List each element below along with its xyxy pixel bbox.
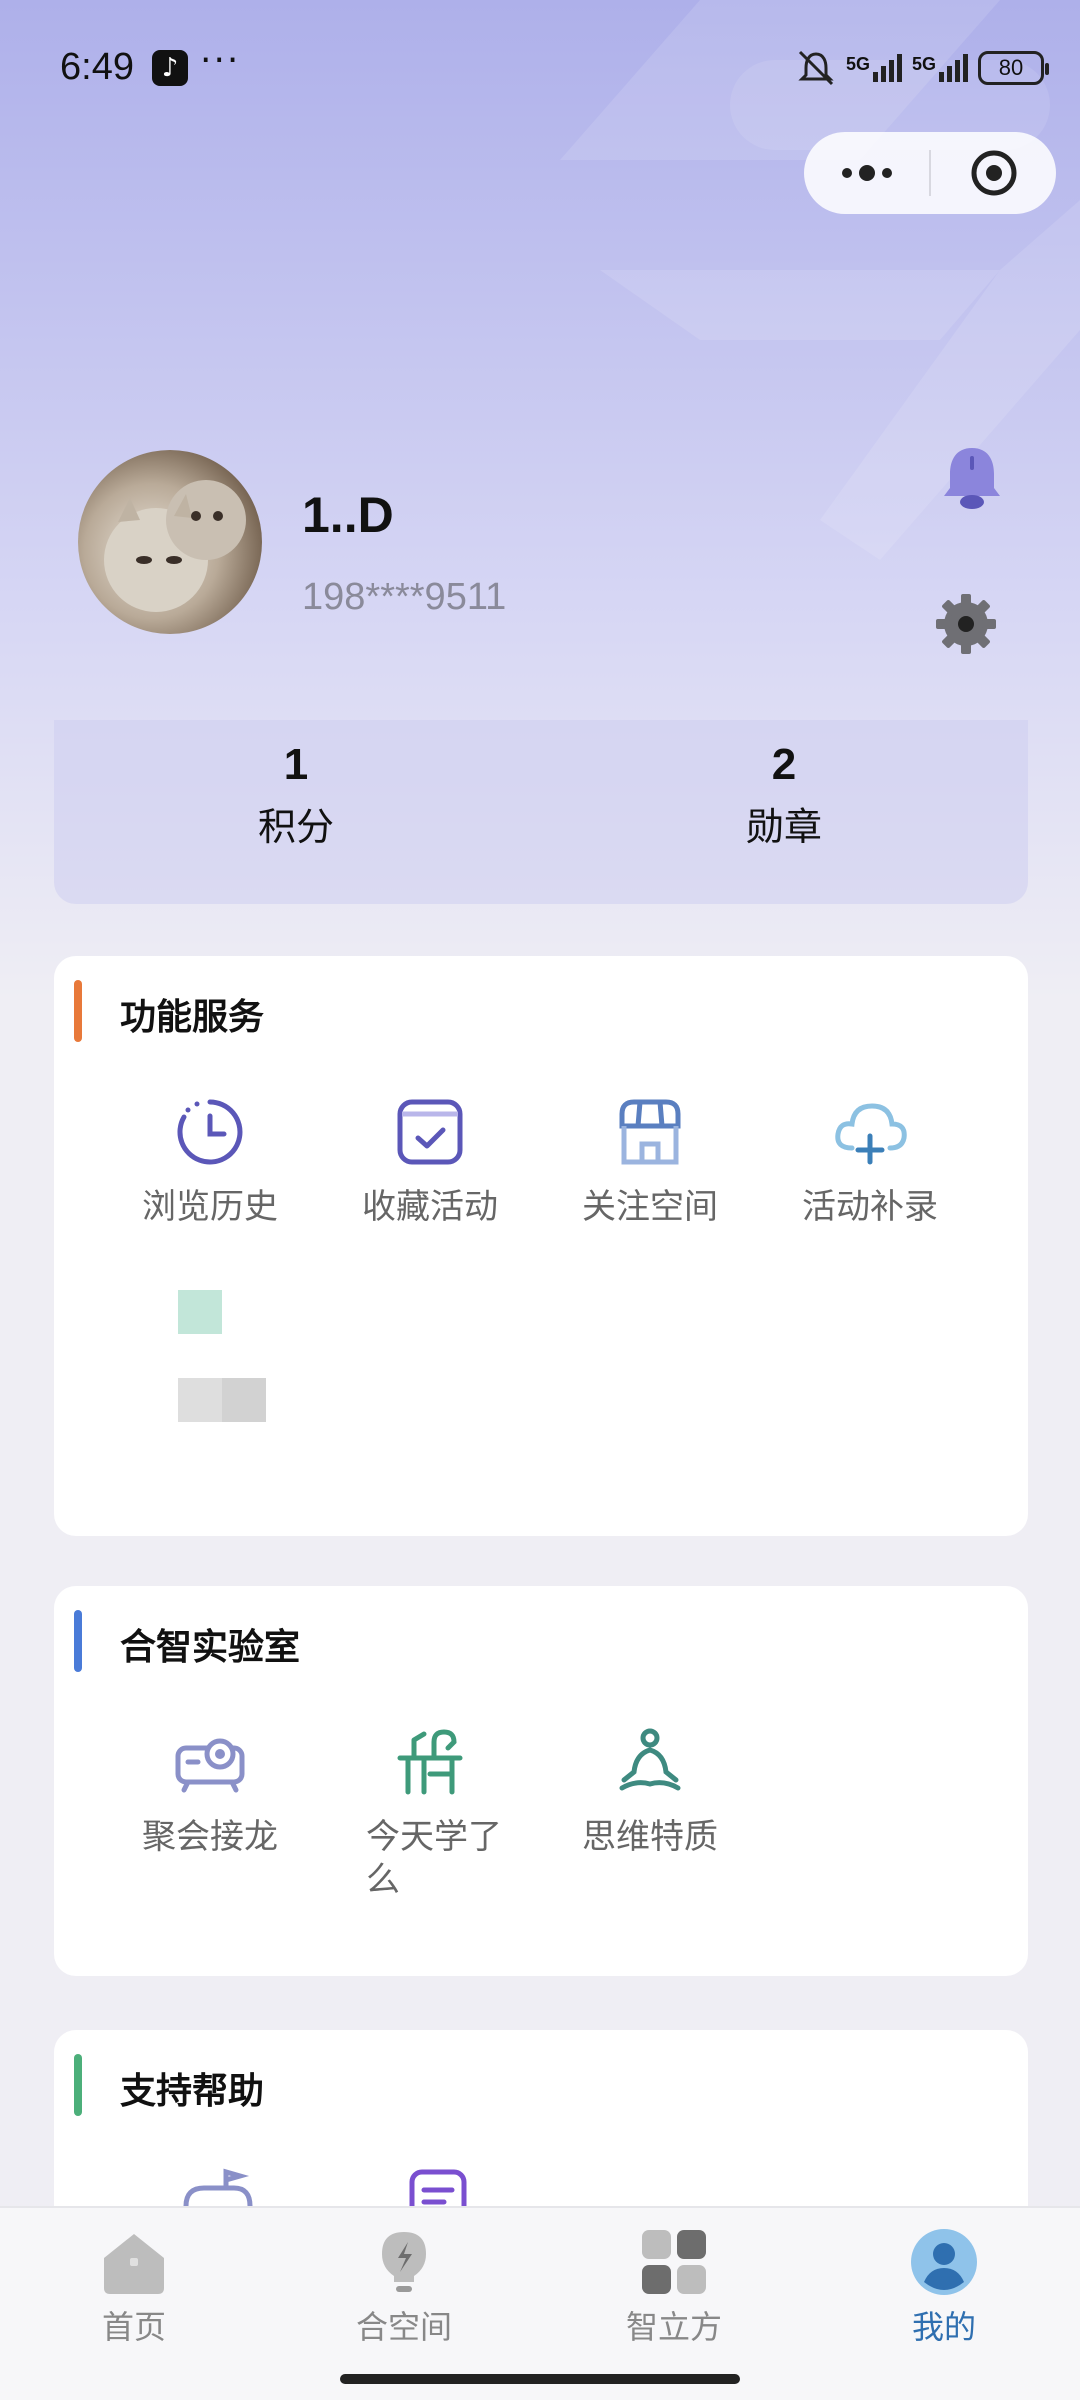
bulb-icon bbox=[382, 2232, 426, 2292]
status-time: 6:49 bbox=[60, 46, 134, 88]
points-stat[interactable]: 1 积分 bbox=[146, 740, 446, 851]
tab-space[interactable]: 合空间 bbox=[314, 2228, 494, 2348]
mute-bell-icon bbox=[798, 50, 834, 86]
tab-cube[interactable]: 智立方 bbox=[584, 2228, 764, 2348]
followed-spaces-label: 关注空间 bbox=[582, 1187, 718, 1227]
services-accent-bar bbox=[74, 980, 82, 1042]
tab-mine-label: 我的 bbox=[911, 2308, 976, 2346]
services-card: 功能服务 浏览历史 收藏活动 关注空间 活动补录 bbox=[54, 956, 1028, 1536]
thinking-traits-item[interactable]: 思维特质 bbox=[550, 1722, 750, 1859]
user-icon bbox=[911, 2229, 977, 2295]
tab-home[interactable]: 首页 bbox=[44, 2228, 224, 2348]
medals-value: 2 bbox=[771, 740, 797, 789]
study-desk-icon bbox=[397, 1729, 463, 1795]
more-dots-icon bbox=[841, 165, 892, 181]
loading-placeholder-label bbox=[178, 1378, 266, 1422]
help-accent-bar bbox=[74, 2054, 82, 2116]
notification-bell-icon[interactable] bbox=[940, 444, 1004, 512]
storefront-icon bbox=[619, 1099, 681, 1165]
calendar-check-icon bbox=[397, 1099, 463, 1165]
lab-card: 合智实验室 聚会接龙 今天学了么 思维特质 bbox=[54, 1586, 1028, 1976]
lab-accent-bar bbox=[74, 1610, 82, 1672]
medals-label: 勋章 bbox=[745, 805, 822, 849]
browse-history-item[interactable]: 浏览历史 bbox=[110, 1092, 310, 1229]
activity-makeup-label: 活动补录 bbox=[802, 1187, 938, 1227]
meditation-icon bbox=[619, 1728, 681, 1791]
cloud-plus-icon bbox=[835, 1103, 907, 1165]
stats-panel: 1 积分 2 勋章 bbox=[54, 720, 1028, 904]
tab-cube-label: 智立方 bbox=[625, 2308, 722, 2346]
phone-number: 198****9511 bbox=[302, 576, 507, 618]
services-title: 功能服务 bbox=[120, 997, 265, 1038]
signal-5g-1: 5G bbox=[846, 54, 902, 82]
status-bar: 6:49 ♪ ··· 5G 5G 80 bbox=[0, 0, 1080, 140]
medals-stat[interactable]: 2 勋章 bbox=[634, 740, 934, 851]
learned-today-label: 今天学了么 bbox=[366, 1817, 502, 1900]
username: 1..D bbox=[302, 487, 394, 543]
favorite-activities-item[interactable]: 收藏活动 bbox=[330, 1092, 530, 1229]
gathering-relay-item[interactable]: 聚会接龙 bbox=[110, 1722, 310, 1859]
followed-spaces-item[interactable]: 关注空间 bbox=[550, 1092, 750, 1229]
help-title: 支持帮助 bbox=[120, 2071, 265, 2112]
points-value: 1 bbox=[283, 740, 309, 789]
cat-photo-avatar bbox=[104, 480, 246, 612]
target-close-icon bbox=[971, 150, 1016, 196]
signal-5g-2: 5G bbox=[912, 54, 968, 82]
battery-indicator: 80 bbox=[978, 51, 1049, 85]
tab-home-label: 首页 bbox=[101, 2308, 166, 2346]
avatar[interactable] bbox=[78, 450, 262, 634]
points-label: 积分 bbox=[257, 805, 334, 849]
learned-today-item[interactable]: 今天学了么 bbox=[330, 1722, 530, 1901]
more-options-button[interactable] bbox=[804, 132, 929, 214]
projector-icon bbox=[175, 1738, 245, 1793]
more-notifications-indicator: ··· bbox=[200, 40, 241, 81]
loading-placeholder-icon bbox=[178, 1290, 222, 1334]
activity-makeup-item[interactable]: 活动补录 bbox=[770, 1092, 970, 1229]
settings-gear-icon[interactable] bbox=[934, 592, 998, 656]
gathering-relay-label: 聚会接龙 bbox=[142, 1817, 278, 1857]
grid-icon bbox=[642, 2230, 706, 2294]
home-icon bbox=[104, 2234, 164, 2294]
close-miniprogram-button[interactable] bbox=[931, 132, 1056, 214]
tab-space-label: 合空间 bbox=[355, 2308, 452, 2346]
tab-mine[interactable]: 我的 bbox=[854, 2228, 1034, 2348]
miniprogram-capsule bbox=[804, 132, 1056, 214]
favorite-activities-label: 收藏活动 bbox=[362, 1187, 498, 1227]
lab-title: 合智实验室 bbox=[120, 1627, 301, 1668]
home-indicator bbox=[340, 2374, 740, 2384]
clock-icon bbox=[177, 1099, 243, 1165]
browse-history-label: 浏览历史 bbox=[142, 1187, 278, 1227]
thinking-traits-label: 思维特质 bbox=[582, 1817, 718, 1857]
bottom-tab-bar: 首页 合空间 智立方 我的 bbox=[0, 2206, 1080, 2400]
tiktok-notification-icon: ♪ bbox=[152, 50, 188, 86]
